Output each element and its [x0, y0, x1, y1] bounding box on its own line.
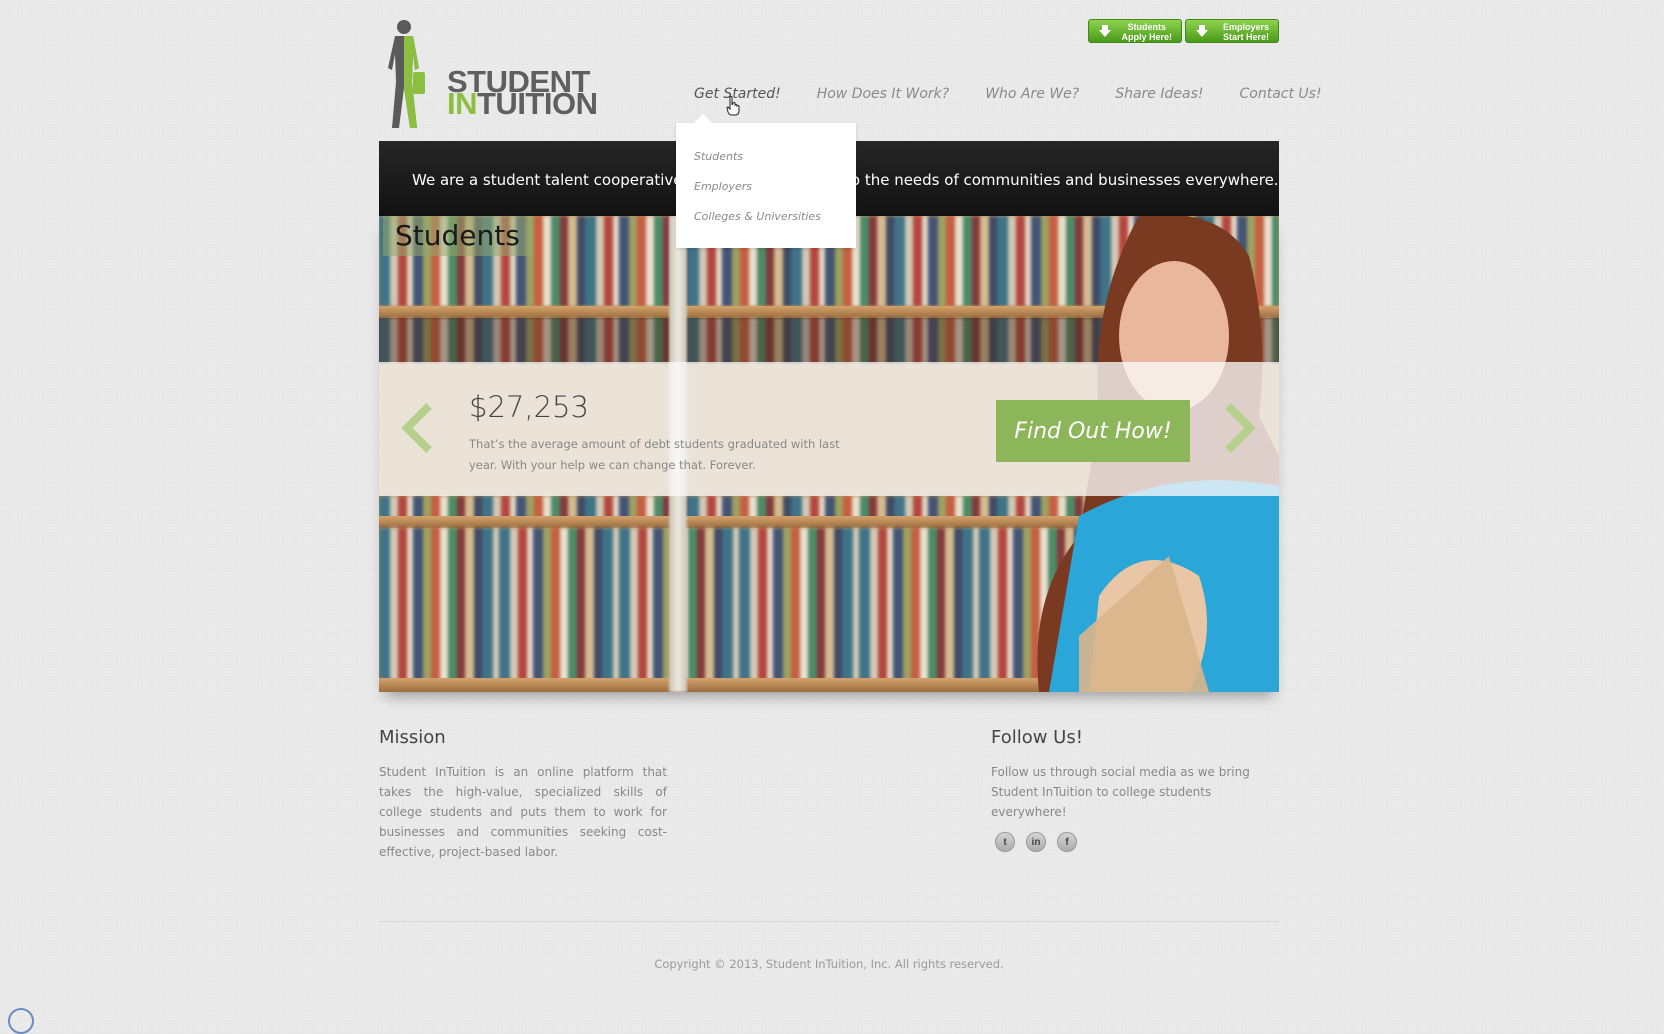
employers-start-line1: Employers	[1222, 22, 1269, 32]
follow-text: Follow us through social media as we bri…	[991, 765, 1250, 819]
slide-description: That’s the average amount of debt studen…	[469, 437, 840, 472]
footer-divider	[379, 921, 1279, 922]
facebook-icon[interactable]: f	[1057, 832, 1077, 852]
students-apply-button[interactable]: Students Apply Here!	[1088, 19, 1182, 43]
twitter-icon[interactable]: t	[995, 832, 1015, 852]
silhouette-logo-icon	[388, 20, 425, 128]
find-out-how-button[interactable]: Find Out How!	[996, 400, 1190, 462]
dropdown-item-students[interactable]: Students	[694, 150, 743, 163]
slide-category-tag: Students	[383, 216, 532, 256]
nav-who-are-we[interactable]: Who Are We?	[985, 86, 1079, 102]
mission-section: Mission Student InTuition is an online p…	[379, 727, 667, 862]
slide-caption-panel: $27,253 That’s the average amount of deb…	[379, 362, 1279, 496]
download-arrow-icon	[1099, 25, 1111, 37]
nav-share-ideas[interactable]: Share Ideas!	[1115, 86, 1203, 102]
employers-start-label: Employers Start Here!	[1223, 22, 1269, 42]
social-links: t in f	[991, 832, 1084, 852]
logo-text-line2: INTUITION	[447, 88, 598, 119]
dropdown-item-employers[interactable]: Employers	[694, 180, 752, 193]
logo-text-rest: TUITION	[477, 86, 598, 121]
page-wrapper: STUDENT INTUITION Students Apply Here! E…	[379, 0, 1322, 1016]
follow-title: Follow Us!	[991, 727, 1083, 748]
nav-how-it-works[interactable]: How Does It Work?	[817, 86, 949, 102]
download-arrow-icon	[1196, 25, 1208, 37]
browser-badge-icon	[8, 1008, 34, 1034]
hero-slider: Students $27,253 That’s the average amou…	[379, 216, 1279, 692]
logo[interactable]: STUDENT INTUITION	[379, 18, 599, 136]
chevron-left-icon[interactable]	[399, 402, 435, 454]
students-apply-label: Students Apply Here!	[1121, 22, 1172, 42]
dropdown-item-colleges[interactable]: Colleges & Universities	[694, 210, 821, 223]
slide-stat: $27,253	[469, 390, 589, 424]
students-apply-line2: Apply Here!	[1121, 32, 1172, 42]
logo-text-accent: IN	[447, 86, 478, 121]
employers-start-button[interactable]: Employers Start Here!	[1185, 19, 1279, 43]
mission-text: Student InTuition is an online platform …	[379, 765, 667, 859]
mission-title: Mission	[379, 727, 446, 748]
get-started-dropdown: Students Employers Colleges & Universiti…	[676, 114, 856, 248]
linkedin-icon[interactable]: in	[1026, 832, 1046, 852]
chevron-right-icon[interactable]	[1222, 402, 1258, 454]
employers-start-line2: Start Here!	[1222, 32, 1269, 42]
main-nav: Get Started! How Does It Work? Who Are W…	[694, 86, 1358, 102]
follow-section: Follow Us! Follow us through social medi…	[991, 727, 1279, 822]
nav-contact-us[interactable]: Contact Us!	[1239, 86, 1321, 102]
students-apply-line1: Students	[1127, 22, 1166, 32]
copyright-text: Copyright © 2013, Student InTuition, Inc…	[654, 957, 1004, 971]
hand-cursor-icon	[726, 96, 740, 116]
